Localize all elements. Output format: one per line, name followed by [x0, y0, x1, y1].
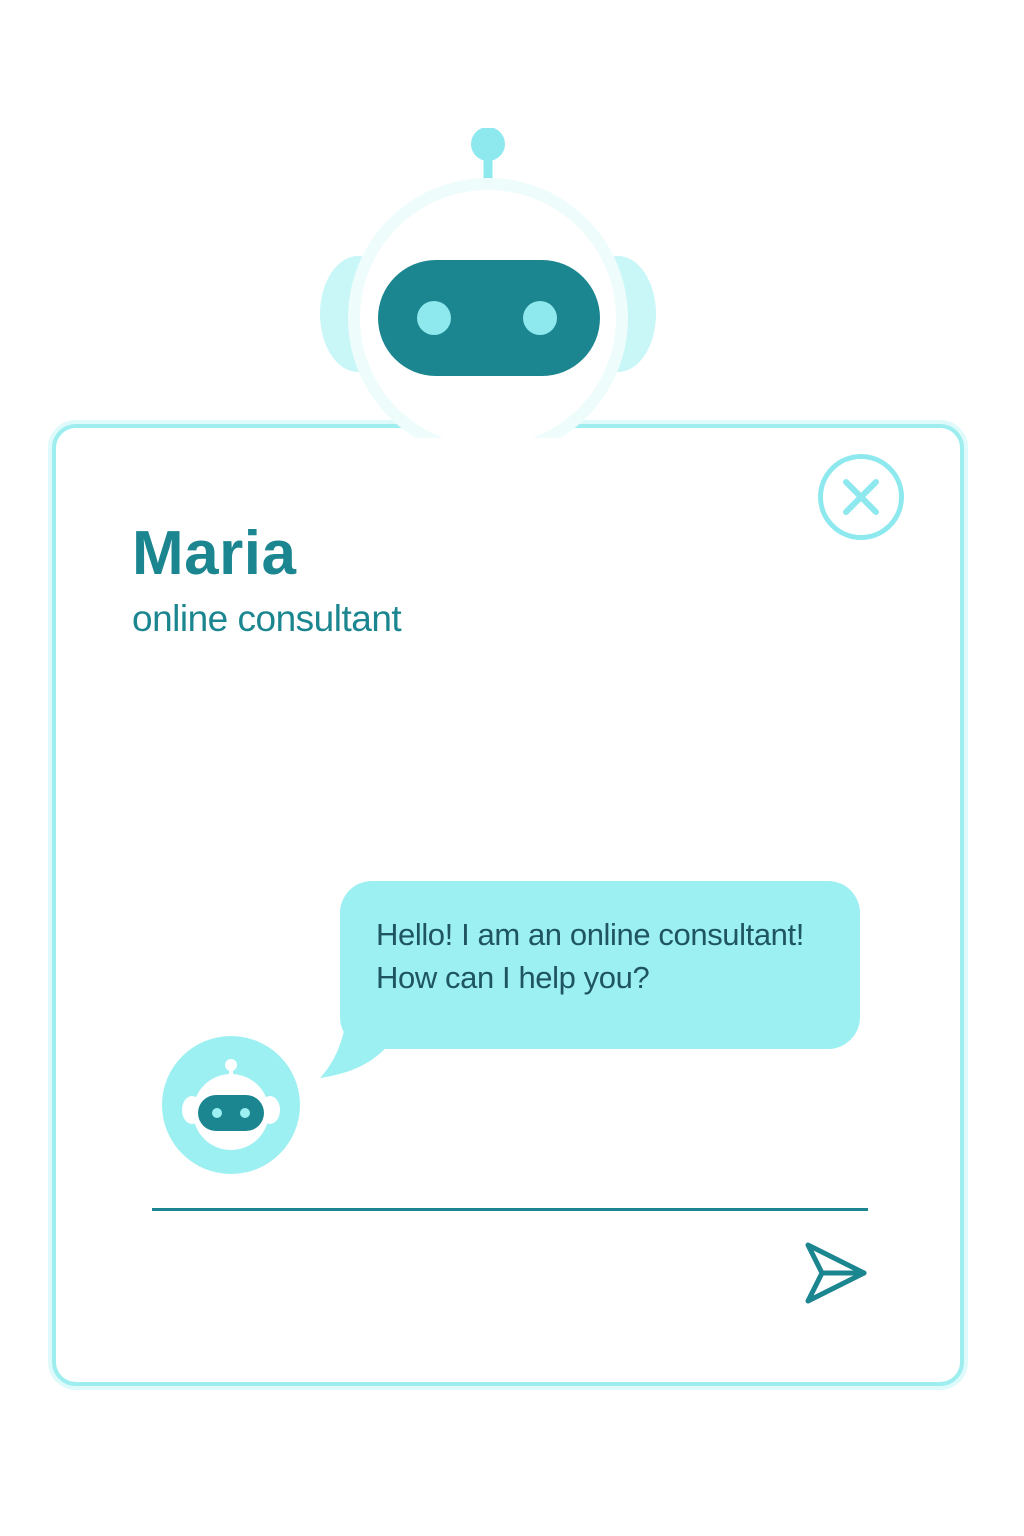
bot-message-line: Hello! I am an online consultant!: [376, 917, 804, 952]
agent-role: online consultant: [132, 598, 402, 639]
send-icon: [805, 1242, 867, 1304]
robot-icon: [318, 128, 658, 438]
message-input[interactable]: [152, 1160, 796, 1206]
send-button[interactable]: [800, 1240, 870, 1306]
close-icon: [843, 479, 879, 515]
bot-message-line: How can I help you?: [376, 960, 650, 995]
agent-name: Maria: [132, 519, 297, 588]
bot-message-bubble: Hello! I am an online consultant! How ca…: [340, 881, 860, 1049]
close-button[interactable]: [818, 454, 904, 540]
robot-avatar-icon: [182, 1059, 280, 1150]
avatar: [162, 1036, 300, 1174]
input-underline: [152, 1208, 868, 1211]
